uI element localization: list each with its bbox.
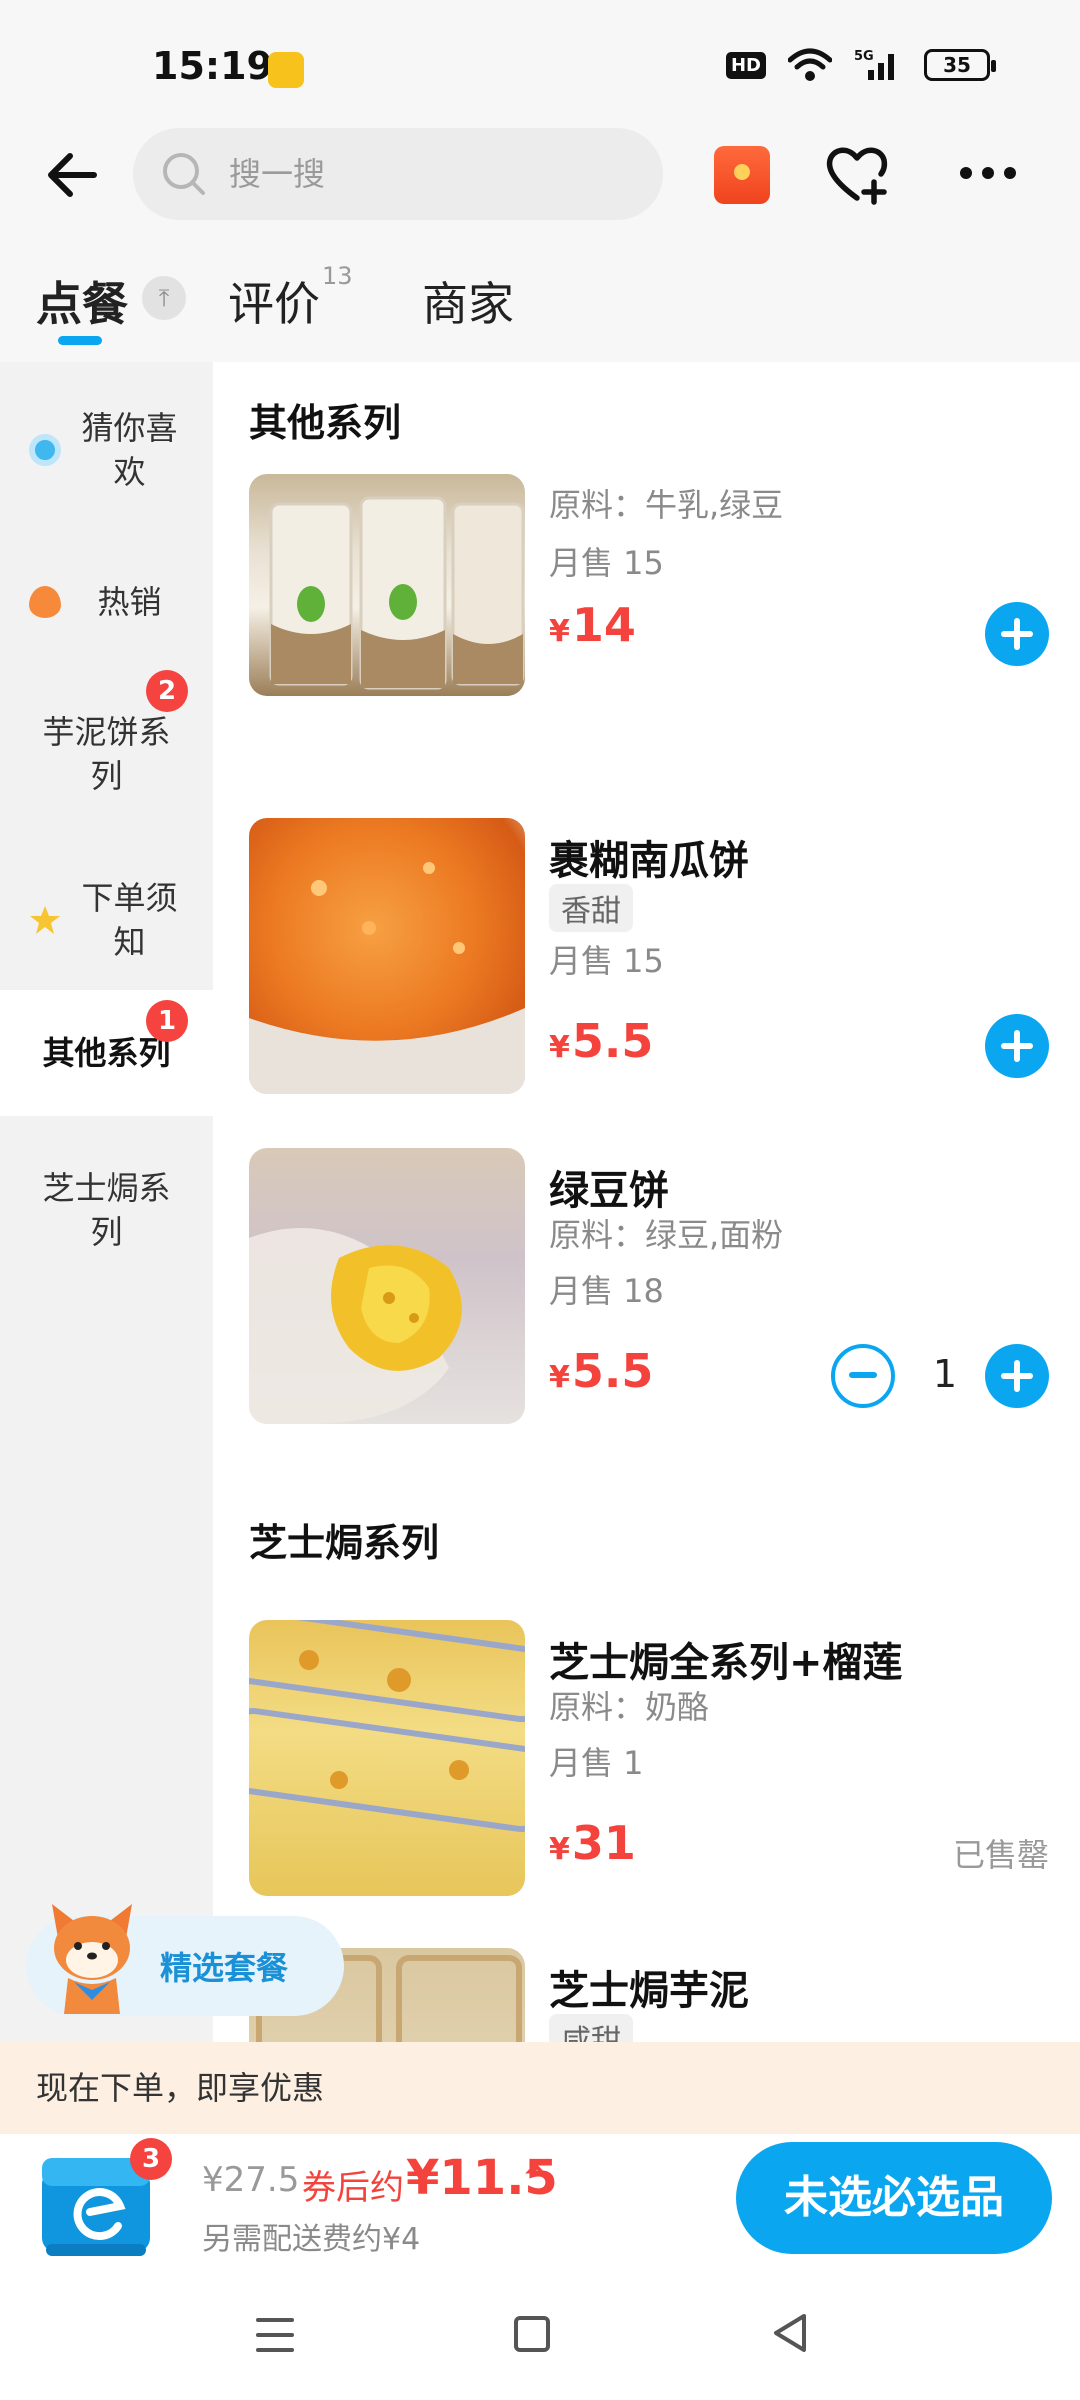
category-sidebar: 猜你喜欢 热销 芋泥饼系列 2 下单须知 其他系列 1 芝士焗系列 [0, 362, 213, 2042]
product-price: ¥5.5 [549, 1014, 653, 1068]
product-price-value: 31 [571, 1816, 636, 1870]
product-tag: 咸甜 [549, 2014, 633, 2042]
product-monthly-sales: 月售 15 [549, 942, 664, 980]
delivery-fee-note: 另需配送费约¥4 [202, 2222, 421, 2257]
favorite-heart-plus-icon[interactable] [822, 138, 892, 208]
nav-back-icon[interactable] [770, 2312, 810, 2354]
tab-order[interactable]: 点餐 [36, 268, 128, 334]
hd-icon: HD [725, 51, 766, 79]
quantity-value: 1 [932, 1352, 957, 1396]
add-to-cart-button[interactable] [985, 602, 1049, 666]
promotion-banner: 现在下单，即享优惠 [0, 2042, 1080, 2134]
section-title: 其他系列 [249, 401, 402, 445]
product-tag: 香甜 [549, 884, 633, 932]
product-ingredients: 原料：绿豆,面粉 [549, 1216, 784, 1254]
sidebar-item-hot[interactable]: 热销 [0, 552, 213, 652]
product-name: 芝士焗芋泥 [549, 1968, 749, 2014]
tab-review-label: 评价 [228, 277, 320, 331]
add-to-cart-button[interactable] [985, 1014, 1049, 1078]
sidebar-item-order-notice[interactable]: 下单须知 [0, 850, 213, 990]
cart-count-badge: 3 [130, 2138, 172, 2180]
product-monthly-sales: 月售 15 [549, 544, 664, 582]
battery-icon: 35 [924, 49, 996, 81]
product-ingredients: 原料：奶酪 [549, 1688, 710, 1726]
shiba-mascot-icon [52, 1904, 132, 2014]
section-title: 芝士焗系列 [249, 1521, 440, 1565]
milk-tea-cups-image [269, 496, 525, 690]
flame-icon [28, 586, 61, 618]
mung-bean-cake-image [249, 1228, 462, 1424]
featured-combo-label: 精选套餐 [160, 1949, 289, 1987]
product-name: 裹糊南瓜饼 [549, 838, 749, 884]
review-count: 13 [322, 261, 353, 290]
status-icons: HD 5G 35 [725, 48, 996, 82]
product-item[interactable]: 芝士焗全系列+榴莲 原料：奶酪 月售 1 ¥31 已售罄 [249, 1620, 1049, 1896]
status-time: 15:19 [152, 44, 273, 88]
product-item[interactable]: 原料：牛乳,绿豆 月售 15 ¥14 [249, 474, 1049, 696]
sold-out-label: 已售罄 [952, 1836, 1049, 1874]
currency-symbol: ¥ [549, 1360, 570, 1395]
product-image [249, 1148, 525, 1424]
price-detail-toggle[interactable]: ^ [522, 2158, 549, 2196]
product-price: ¥5.5 [549, 1344, 653, 1398]
add-to-cart-button[interactable] [985, 1344, 1049, 1408]
product-image [249, 818, 525, 1094]
back-arrow-icon[interactable] [38, 140, 108, 210]
recent-apps-icon[interactable] [256, 2318, 294, 2352]
product-monthly-sales: 月售 18 [549, 1272, 664, 1310]
more-menu-icon[interactable] [960, 150, 1030, 196]
product-price-value: 14 [571, 598, 636, 652]
tab-store[interactable]: 商家 [422, 268, 514, 334]
product-list: 其他系列 原料：牛乳,绿豆 月售 15 ¥14 裹糊南瓜饼 香甜 月售 15 ¥… [213, 362, 1080, 2042]
product-price: ¥31 [549, 1816, 636, 1870]
red-packet-icon[interactable] [714, 146, 770, 204]
notification-icon [268, 52, 304, 88]
search-input[interactable] [229, 155, 609, 193]
product-item[interactable]: 芝士焗芋泥 咸甜 [249, 1948, 1049, 2042]
pumpkin-cake-image [249, 862, 525, 1094]
sidebar-badge: 1 [146, 1000, 188, 1042]
currency-symbol: ¥ [549, 614, 570, 649]
pin-top-icon[interactable]: ⤒ [142, 276, 186, 320]
after-coupon-label: 券后约 [302, 2168, 404, 2208]
tab-review[interactable]: 评价13 [228, 262, 353, 334]
star-icon [29, 906, 60, 934]
wifi-icon [788, 48, 832, 81]
sidebar-item-label: 下单须知 [81, 879, 178, 961]
search-icon [163, 153, 205, 195]
product-price: ¥14 [549, 598, 636, 652]
status-bar: 15:19 HD 5G 35 [0, 0, 1080, 130]
sidebar-item-label: 芝士焗系列 [42, 1169, 171, 1251]
sidebar-item-guess[interactable]: 猜你喜欢 [0, 380, 213, 520]
product-monthly-sales: 月售 1 [549, 1744, 644, 1782]
product-image [249, 1620, 525, 1896]
sidebar-item-label: 猜你喜欢 [81, 409, 178, 491]
cheese-bake-image [249, 1620, 525, 1833]
product-ingredients: 原料：牛乳,绿豆 [549, 486, 784, 524]
home-icon[interactable] [514, 2316, 550, 2352]
product-price-value: 5.5 [571, 1014, 654, 1068]
sidebar-item-label: 热销 [97, 583, 162, 621]
product-image [249, 474, 525, 696]
product-item[interactable]: 裹糊南瓜饼 香甜 月售 15 ¥5.5 [249, 818, 1049, 1094]
product-name: 芝士焗全系列+榴莲 [549, 1640, 903, 1686]
currency-symbol: ¥ [549, 1832, 570, 1867]
signal-icon: 5G [854, 49, 894, 80]
currency-symbol: ¥ [549, 1030, 570, 1065]
decrease-quantity-button[interactable] [831, 1344, 895, 1408]
svg-text:5G: 5G [854, 49, 874, 64]
tab-active-indicator [58, 336, 102, 345]
product-item[interactable]: 绿豆饼 原料：绿豆,面粉 月售 18 ¥5.5 1 [249, 1148, 1049, 1424]
eye-icon [28, 434, 61, 466]
original-price: ¥27.5 [202, 2160, 300, 2200]
search-bar[interactable] [133, 128, 663, 220]
product-name: 绿豆饼 [549, 1168, 669, 1214]
sidebar-badge: 2 [146, 670, 188, 712]
sidebar-item-cheese[interactable]: 芝士焗系列 [0, 1140, 213, 1280]
product-price-value: 5.5 [571, 1344, 654, 1398]
sidebar-item-label: 芋泥饼系列 [42, 713, 171, 795]
checkout-button[interactable]: 未选必选品 [736, 2142, 1052, 2254]
